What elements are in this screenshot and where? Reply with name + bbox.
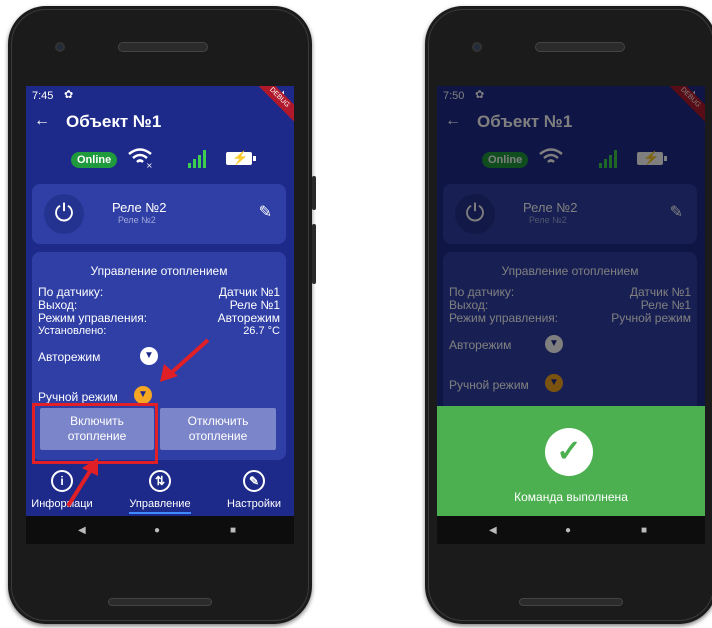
bottom-speaker	[108, 598, 212, 606]
checkmark-icon: ✓	[545, 428, 593, 476]
setpoint-value: 26.7 °C	[243, 325, 280, 337]
page-title: Объект №1	[66, 112, 162, 131]
bottom-speaker	[519, 598, 623, 606]
annotation-arrow-icon	[160, 338, 210, 382]
relay-name: Реле №2	[112, 200, 167, 215]
volume-side-button	[312, 224, 316, 284]
phone-left: 7:45 ✿ ▼◢ DEBUG ← Объект №1 Online × ⚡ ⏻	[8, 6, 316, 624]
nav-home-icon[interactable]: ●	[565, 525, 571, 536]
front-camera	[472, 42, 482, 52]
edit-icon[interactable]: ✎	[259, 202, 272, 222]
online-badge: Online	[71, 152, 118, 168]
nav-recent-icon[interactable]: ■	[641, 525, 647, 536]
relay-subtitle: Реле №2	[118, 215, 156, 225]
nav-back-icon[interactable]: ◀	[78, 525, 86, 536]
phone-right: 7:50 ✿ ▼◢ DEBUG ← Объект №1 Online ⚡ ⏻ Р…	[425, 6, 712, 624]
clock: 7:45	[32, 90, 54, 102]
wrench-icon: ✎	[243, 470, 265, 492]
manual-mode-label: Ручной режим	[38, 390, 118, 404]
manual-mode-chevron-icon[interactable]: ▼	[134, 386, 152, 404]
nav-back-icon[interactable]: ◀	[489, 525, 497, 536]
relay-card[interactable]: ⏻ Реле №2 Реле №2 ✎	[32, 184, 286, 244]
svg-text:×: ×	[146, 161, 153, 169]
tab-control-label: Управление	[129, 498, 191, 514]
android-nav-bar: ◀ ● ■	[26, 516, 294, 544]
tab-settings[interactable]: ✎ Настройки	[216, 470, 292, 510]
earpiece-speaker	[118, 42, 208, 52]
mode-label: Режим управления:	[38, 311, 148, 325]
tab-control[interactable]: ⇅ Управление	[112, 470, 208, 514]
power-side-button	[312, 176, 316, 210]
device-status-row: Online × ⚡	[26, 146, 294, 170]
nav-home-icon[interactable]: ●	[154, 525, 160, 536]
success-snackbar: ✓ Команда выполнена	[437, 406, 705, 516]
app-bar: ← Объект №1	[26, 108, 294, 138]
disable-heating-button[interactable]: Отключить отопление	[160, 408, 276, 450]
settings-icon: ✿	[64, 89, 74, 101]
back-arrow-icon[interactable]: ←	[34, 112, 50, 130]
android-nav-bar: ◀ ● ■	[437, 516, 705, 544]
status-bar: 7:45 ✿ ▼◢	[26, 86, 294, 106]
signal-strength-icon	[188, 150, 206, 168]
power-icon[interactable]: ⏻	[44, 194, 84, 234]
enable-heating-button[interactable]: Включить отопление	[40, 408, 154, 450]
battery-charging-icon: ⚡	[226, 150, 256, 165]
app-screen: 7:50 ✿ ▼◢ DEBUG ← Объект №1 Online ⚡ ⏻ Р…	[437, 86, 705, 544]
heating-control-header: Управление отоплением	[90, 264, 228, 278]
earpiece-speaker	[535, 42, 625, 52]
control-icon: ⇅	[149, 470, 171, 492]
annotation-arrow-icon	[66, 458, 98, 508]
mode-value: Авторежим	[217, 311, 280, 325]
nav-recent-icon[interactable]: ■	[230, 525, 236, 536]
wifi-icon: ×	[128, 148, 153, 169]
setpoint-label: Установлено:	[38, 325, 107, 337]
tab-settings-label: Настройки	[227, 498, 281, 510]
front-camera	[55, 42, 65, 52]
auto-mode-label: Авторежим	[38, 350, 101, 364]
success-message: Команда выполнена	[514, 490, 628, 504]
